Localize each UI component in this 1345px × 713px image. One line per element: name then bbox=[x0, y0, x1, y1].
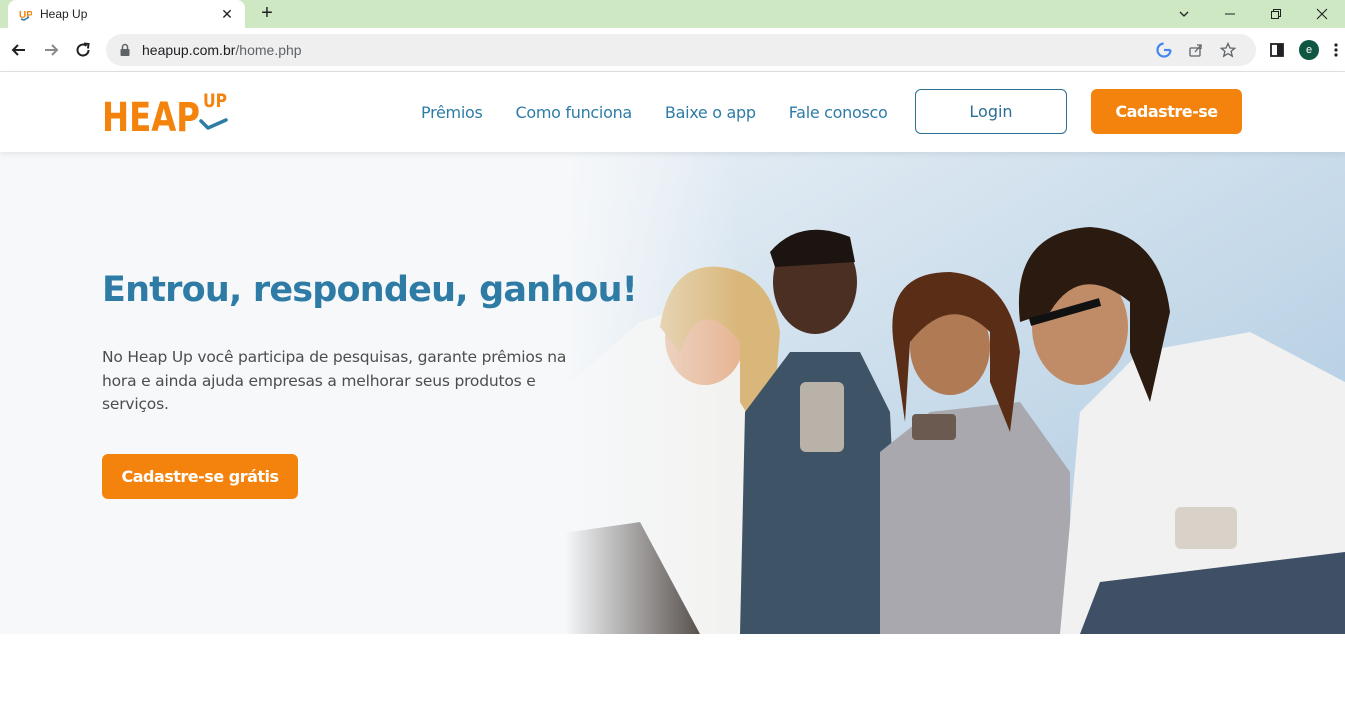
hero-title: Entrou, respondeu, ganhou! bbox=[102, 270, 638, 310]
lock-icon[interactable] bbox=[118, 43, 132, 57]
minimize-icon[interactable] bbox=[1207, 0, 1253, 28]
tab-title: Heap Up bbox=[40, 7, 88, 21]
bookmark-star-icon[interactable] bbox=[1212, 36, 1244, 64]
nav-premios[interactable]: Prêmios bbox=[421, 103, 483, 122]
svg-text:UP: UP bbox=[203, 90, 227, 112]
url-text[interactable]: heapup.com.br/home.php bbox=[142, 42, 1148, 58]
login-button[interactable]: Login bbox=[915, 89, 1067, 134]
svg-text:HEAP: HEAP bbox=[102, 95, 200, 134]
signup-free-button[interactable]: Cadastre-se grátis bbox=[102, 454, 298, 499]
close-tab-icon[interactable]: ✕ bbox=[219, 6, 235, 22]
signup-button[interactable]: Cadastre-se bbox=[1091, 89, 1242, 134]
url-host: heapup.com.br bbox=[142, 42, 236, 58]
nav-baixe-o-app[interactable]: Baixe o app bbox=[665, 103, 756, 122]
browser-toolbar: heapup.com.br/home.php e bbox=[0, 28, 1345, 72]
main-nav: Prêmios Como funciona Baixe o app Fale c… bbox=[421, 72, 921, 152]
heapup-logo[interactable]: HEAP UP bbox=[102, 90, 232, 141]
hero-section: Entrou, respondeu, ganhou! No Heap Up vo… bbox=[0, 152, 1345, 634]
reload-icon[interactable] bbox=[68, 35, 98, 65]
new-tab-button[interactable]: + bbox=[256, 2, 278, 24]
tab-search-icon[interactable] bbox=[1161, 0, 1207, 28]
browser-tab[interactable]: UP Heap Up ✕ bbox=[8, 0, 245, 28]
browser-tab-bar: UP Heap Up ✕ + bbox=[0, 0, 1345, 28]
google-translate-icon[interactable] bbox=[1148, 36, 1180, 64]
restore-icon[interactable] bbox=[1253, 0, 1299, 28]
avatar: e bbox=[1299, 40, 1319, 60]
nav-fale-conosco[interactable]: Fale conosco bbox=[789, 103, 888, 122]
window-controls bbox=[1161, 0, 1345, 28]
menu-kebab-icon[interactable] bbox=[1326, 35, 1345, 65]
hero-description: No Heap Up você participa de pesquisas, … bbox=[102, 348, 567, 413]
close-window-icon[interactable] bbox=[1299, 0, 1345, 28]
profile-avatar[interactable]: e bbox=[1294, 35, 1324, 65]
forward-icon[interactable] bbox=[36, 35, 66, 65]
share-icon[interactable] bbox=[1180, 36, 1212, 64]
site-header: HEAP UP Prêmios Como funciona Baixe o ap… bbox=[0, 72, 1345, 152]
back-icon[interactable] bbox=[4, 35, 34, 65]
heapup-favicon-icon: UP bbox=[18, 7, 32, 21]
side-panel-icon[interactable] bbox=[1262, 35, 1292, 65]
nav-como-funciona[interactable]: Como funciona bbox=[516, 103, 633, 122]
address-bar[interactable]: heapup.com.br/home.php bbox=[106, 34, 1256, 66]
url-path: /home.php bbox=[235, 42, 302, 58]
